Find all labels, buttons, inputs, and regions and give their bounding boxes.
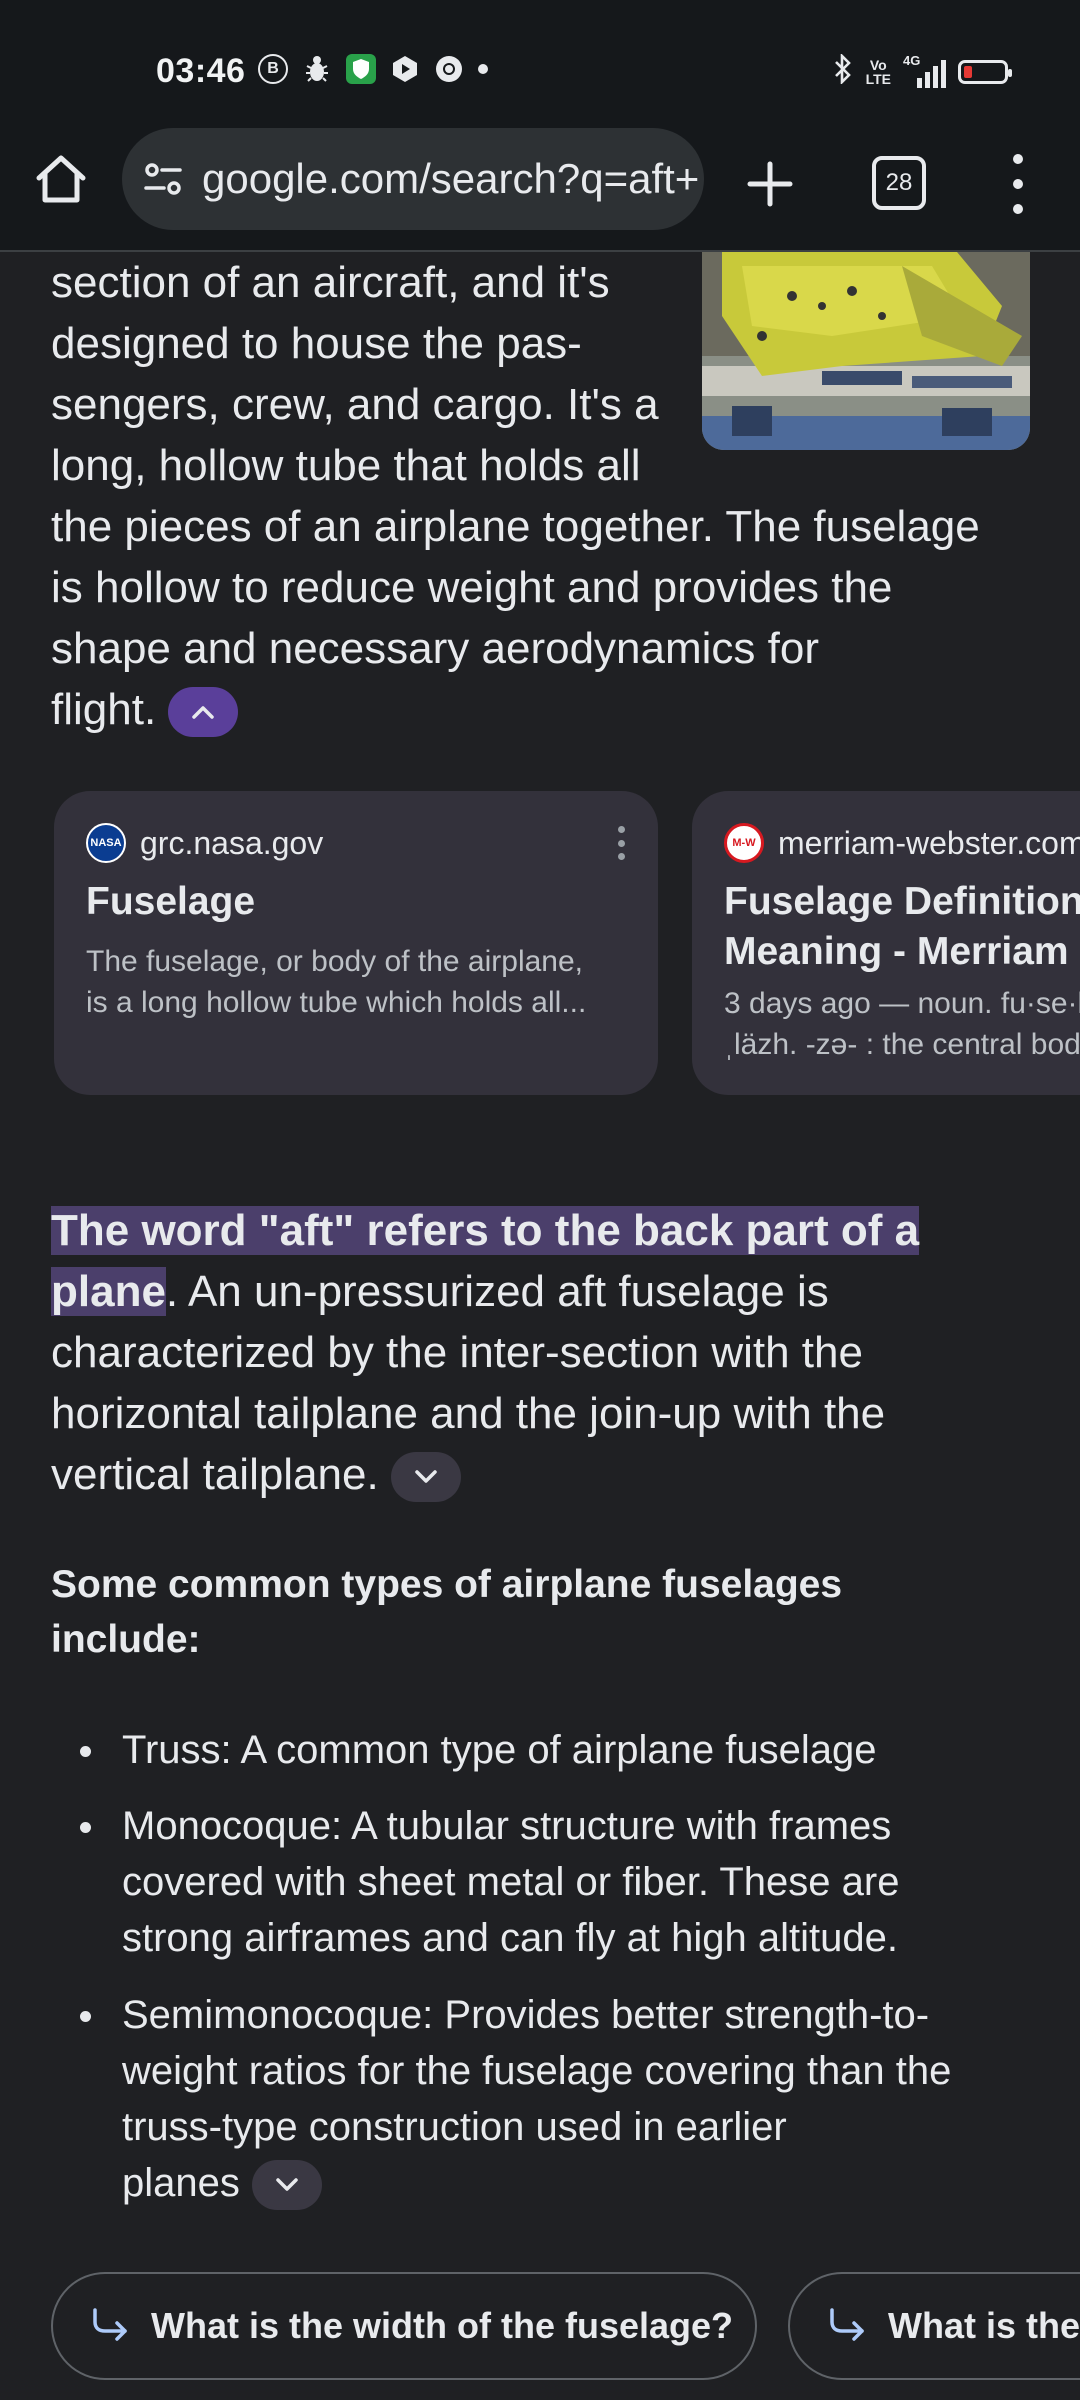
nasa-favicon-icon: NASA	[86, 823, 126, 863]
omnibox[interactable]: google.com/search?q=aft+	[122, 128, 704, 230]
battery-level	[964, 65, 972, 78]
b-circle-icon: B	[258, 54, 288, 84]
source-card-nasa[interactable]: NASA grc.nasa.gov Fuselage The fuselage,…	[54, 791, 658, 1095]
shield-icon	[346, 54, 376, 84]
follow-up-arrow-icon	[93, 2308, 127, 2341]
tab-switcher-button[interactable]: 28	[872, 156, 926, 210]
fuselage-types-heading: Some common types of airplane fuselages …	[51, 1563, 843, 1661]
chevron-up-icon	[192, 706, 214, 720]
battery-icon	[958, 59, 1012, 84]
chrome-icon	[434, 54, 464, 84]
plus-icon	[747, 161, 793, 207]
collapse-button[interactable]	[168, 687, 239, 738]
card-snippet: The fuselage, or body of the airplane, i…	[86, 945, 587, 1019]
status-bar: 03:46 B Vo LTE 4G	[0, 0, 1080, 120]
follow-up-arrow-icon	[830, 2308, 864, 2341]
status-time: 03:46	[156, 52, 246, 90]
source-card-merriam-webster[interactable]: M-W merriam-webster.com Fuselage Definit…	[692, 791, 1080, 1095]
expand-button[interactable]	[390, 1452, 461, 1503]
home-icon	[36, 155, 86, 203]
chevron-down-icon	[276, 2178, 298, 2192]
expand-button[interactable]	[251, 2160, 322, 2211]
play-icon	[390, 54, 420, 84]
volte-icon: Vo LTE	[865, 56, 891, 87]
card-domain: merriam-webster.com	[778, 824, 1080, 861]
site-settings-icon[interactable]	[140, 156, 186, 202]
card-more-icon[interactable]	[616, 826, 626, 860]
chevron-down-icon	[414, 1470, 437, 1484]
highlighted-answer: plane	[51, 1267, 166, 1316]
url-text[interactable]: google.com/search?q=aft+	[202, 155, 699, 203]
aft-paragraph: The word "aft" refers to the back part o…	[51, 1200, 1041, 1505]
suggestion-chip[interactable]: What is the width of the fuselage?	[51, 2272, 757, 2380]
notification-icons: B	[258, 54, 488, 84]
search-result-content: section of an aircraft, and it's designe…	[0, 252, 1080, 2400]
more-menu-button[interactable]	[996, 154, 1040, 214]
card-title[interactable]: Fuselage	[86, 877, 626, 927]
dot-icon	[478, 64, 488, 74]
card-domain: grc.nasa.gov	[140, 824, 324, 861]
card-snippet: 3 days ago — noun. fu·se·l ˌläzh. -zə- :…	[724, 987, 1080, 1061]
merriam-webster-favicon-icon: M-W	[724, 823, 764, 863]
card-title[interactable]: Fuselage Definition Meaning - Merriam	[724, 877, 1080, 977]
home-button[interactable]	[30, 148, 92, 210]
new-tab-button[interactable]	[742, 156, 798, 212]
overview-paragraph: section of an aircraft, and it's designe…	[51, 252, 1041, 740]
browser-toolbar: google.com/search?q=aft+ 28	[0, 120, 1080, 252]
bug-icon	[302, 54, 332, 84]
signal-4g-icon: 4G	[903, 53, 946, 88]
bluetooth-icon	[832, 52, 854, 89]
system-icons: Vo LTE 4G	[832, 52, 1012, 89]
suggestion-chip[interactable]: What is the	[788, 2272, 1080, 2380]
highlighted-answer: The word "aft" refers to the back part o…	[51, 1206, 920, 1255]
